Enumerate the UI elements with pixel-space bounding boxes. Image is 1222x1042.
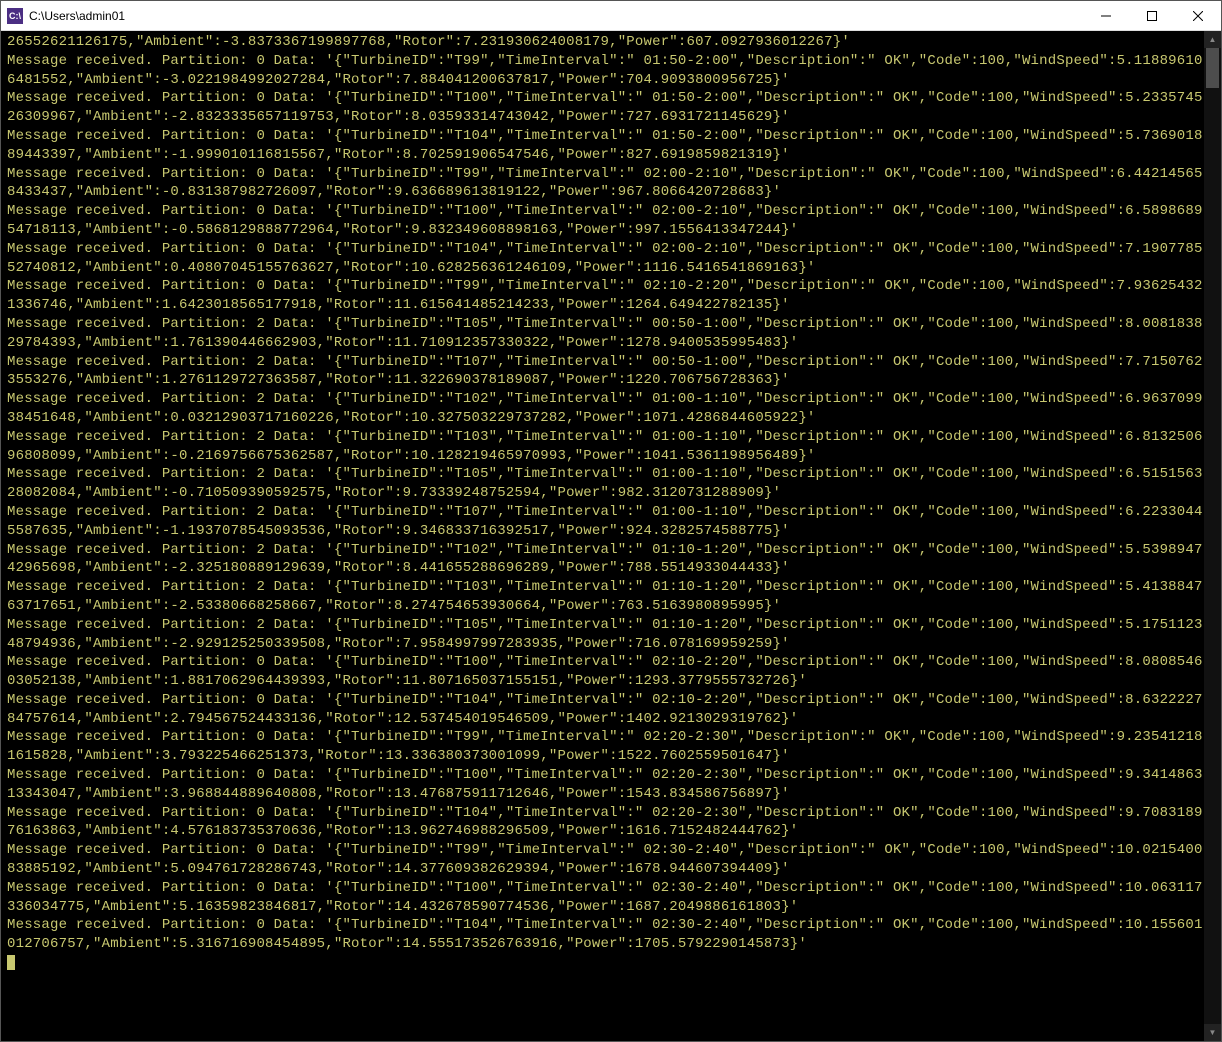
- maximize-icon: [1147, 11, 1157, 21]
- scroll-down-button[interactable]: ▼: [1204, 1024, 1221, 1041]
- minimize-icon: [1101, 11, 1111, 21]
- app-icon: C:\: [7, 8, 23, 24]
- window-controls: [1083, 1, 1221, 30]
- window-title: C:\Users\admin01: [29, 9, 1083, 23]
- scroll-up-button[interactable]: ▲: [1204, 31, 1221, 48]
- window: C:\ C:\Users\admin01 26552621126175,"Amb…: [0, 0, 1222, 1042]
- titlebar[interactable]: C:\ C:\Users\admin01: [1, 1, 1221, 31]
- close-button[interactable]: [1175, 1, 1221, 30]
- scrollbar-thumb[interactable]: [1206, 48, 1219, 88]
- scrollbar[interactable]: ▲ ▼: [1204, 31, 1221, 1041]
- cursor: [7, 955, 15, 970]
- maximize-button[interactable]: [1129, 1, 1175, 30]
- close-icon: [1193, 11, 1203, 21]
- terminal-area: 26552621126175,"Ambient":-3.837336719989…: [1, 31, 1221, 1041]
- minimize-button[interactable]: [1083, 1, 1129, 30]
- terminal-output[interactable]: 26552621126175,"Ambient":-3.837336719989…: [1, 31, 1204, 1041]
